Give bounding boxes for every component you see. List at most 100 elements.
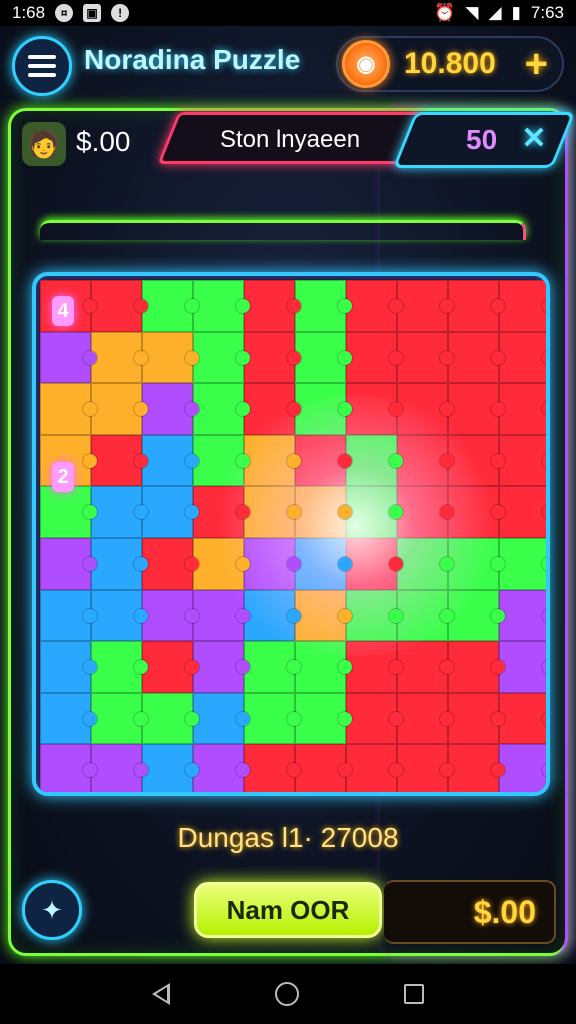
puzzle-piece[interactable] <box>91 434 148 487</box>
coin-balance[interactable]: ◉ 10.800 + <box>336 36 564 92</box>
puzzle-piece[interactable] <box>91 331 148 384</box>
puzzle-piece[interactable] <box>448 486 505 538</box>
puzzle-piece[interactable] <box>142 641 199 693</box>
puzzle-piece[interactable] <box>91 383 148 435</box>
puzzle-piece[interactable] <box>295 692 352 745</box>
puzzle-piece[interactable] <box>499 486 546 538</box>
puzzle-piece[interactable] <box>91 537 148 590</box>
recents-icon[interactable] <box>403 984 424 1004</box>
puzzle-piece[interactable] <box>397 434 454 487</box>
puzzle-piece[interactable] <box>448 641 505 693</box>
puzzle-piece[interactable] <box>40 383 97 435</box>
puzzle-piece[interactable] <box>244 589 301 642</box>
puzzle-piece[interactable] <box>193 537 250 590</box>
puzzle-piece[interactable] <box>295 383 352 435</box>
puzzle-piece[interactable] <box>346 692 403 745</box>
puzzle-piece[interactable] <box>40 589 97 642</box>
puzzle-piece[interactable] <box>499 434 546 487</box>
action-button[interactable]: Nam OOR <box>194 882 382 938</box>
puzzle-piece[interactable] <box>244 744 301 792</box>
puzzle-piece[interactable] <box>295 331 352 384</box>
puzzle-piece[interactable] <box>244 641 301 693</box>
puzzle-piece[interactable] <box>193 692 250 745</box>
puzzle-piece[interactable] <box>142 383 199 435</box>
puzzle-piece[interactable] <box>448 537 505 590</box>
puzzle-piece[interactable] <box>193 744 250 792</box>
puzzle-piece[interactable] <box>244 537 301 590</box>
puzzle-piece[interactable] <box>397 692 454 745</box>
puzzle-piece[interactable] <box>40 331 97 384</box>
puzzle-piece[interactable] <box>91 280 148 332</box>
puzzle-piece[interactable] <box>193 331 250 384</box>
puzzle-piece[interactable] <box>244 383 301 435</box>
puzzle-piece[interactable] <box>142 280 199 332</box>
puzzle-piece[interactable] <box>346 744 403 792</box>
puzzle-piece[interactable] <box>295 744 352 792</box>
puzzle-piece[interactable] <box>40 744 97 792</box>
hint-button[interactable]: ✦ <box>22 880 82 940</box>
home-icon[interactable] <box>274 982 299 1006</box>
puzzle-piece[interactable] <box>397 641 454 693</box>
puzzle-piece[interactable] <box>295 486 352 538</box>
puzzle-piece[interactable] <box>499 641 546 693</box>
puzzle-piece[interactable] <box>91 692 148 745</box>
puzzle-piece[interactable] <box>295 589 352 642</box>
player-avatar[interactable]: 🧑 <box>22 122 66 166</box>
puzzle-piece[interactable] <box>346 486 403 538</box>
puzzle-piece[interactable] <box>346 280 403 332</box>
puzzle-piece[interactable] <box>91 589 148 642</box>
shuffle-icon[interactable]: ✕ <box>516 120 552 156</box>
back-icon[interactable] <box>152 983 171 1005</box>
puzzle-piece[interactable] <box>397 486 454 538</box>
puzzle-piece[interactable] <box>142 744 199 792</box>
puzzle-piece[interactable] <box>499 383 546 435</box>
puzzle-piece[interactable] <box>193 280 250 332</box>
puzzle-piece[interactable] <box>244 486 301 538</box>
puzzle-piece[interactable] <box>193 383 250 435</box>
puzzle-board[interactable]: 4 2 <box>32 272 550 796</box>
puzzle-piece[interactable] <box>40 692 97 745</box>
puzzle-piece[interactable] <box>448 280 505 332</box>
puzzle-piece[interactable] <box>397 280 454 332</box>
puzzle-grid[interactable] <box>40 280 546 792</box>
puzzle-piece[interactable] <box>499 537 546 590</box>
puzzle-piece[interactable] <box>499 280 546 332</box>
puzzle-piece[interactable] <box>397 537 454 590</box>
puzzle-piece[interactable] <box>346 589 403 642</box>
puzzle-piece[interactable] <box>397 589 454 642</box>
puzzle-piece[interactable] <box>295 641 352 693</box>
puzzle-piece[interactable] <box>91 744 148 792</box>
puzzle-piece[interactable] <box>193 486 250 538</box>
puzzle-piece[interactable] <box>40 537 97 590</box>
puzzle-piece[interactable] <box>91 641 148 693</box>
puzzle-piece[interactable] <box>40 486 97 538</box>
puzzle-piece[interactable] <box>295 434 352 487</box>
puzzle-piece[interactable] <box>142 331 199 384</box>
puzzle-piece[interactable] <box>448 383 505 435</box>
puzzle-piece[interactable] <box>346 331 403 384</box>
puzzle-piece[interactable] <box>244 280 301 332</box>
puzzle-piece[interactable] <box>142 434 199 487</box>
puzzle-piece[interactable] <box>346 434 403 487</box>
menu-button[interactable] <box>12 36 72 96</box>
add-coins-button[interactable]: + <box>525 42 548 87</box>
puzzle-piece[interactable] <box>448 331 505 384</box>
puzzle-piece[interactable] <box>346 383 403 435</box>
puzzle-piece[interactable] <box>397 383 454 435</box>
puzzle-piece[interactable] <box>193 641 250 693</box>
puzzle-piece[interactable] <box>142 692 199 745</box>
puzzle-piece[interactable] <box>448 434 505 487</box>
puzzle-piece[interactable] <box>448 589 505 642</box>
puzzle-piece[interactable] <box>295 280 352 332</box>
puzzle-piece[interactable] <box>499 744 546 792</box>
puzzle-piece[interactable] <box>448 692 505 745</box>
puzzle-piece[interactable] <box>499 692 546 745</box>
puzzle-piece[interactable] <box>244 692 301 745</box>
puzzle-piece[interactable] <box>91 486 148 538</box>
puzzle-piece[interactable] <box>346 537 403 590</box>
puzzle-piece[interactable] <box>499 589 546 642</box>
puzzle-piece[interactable] <box>397 744 454 792</box>
puzzle-piece[interactable] <box>448 744 505 792</box>
puzzle-piece[interactable] <box>499 331 546 384</box>
puzzle-piece[interactable] <box>244 331 301 384</box>
